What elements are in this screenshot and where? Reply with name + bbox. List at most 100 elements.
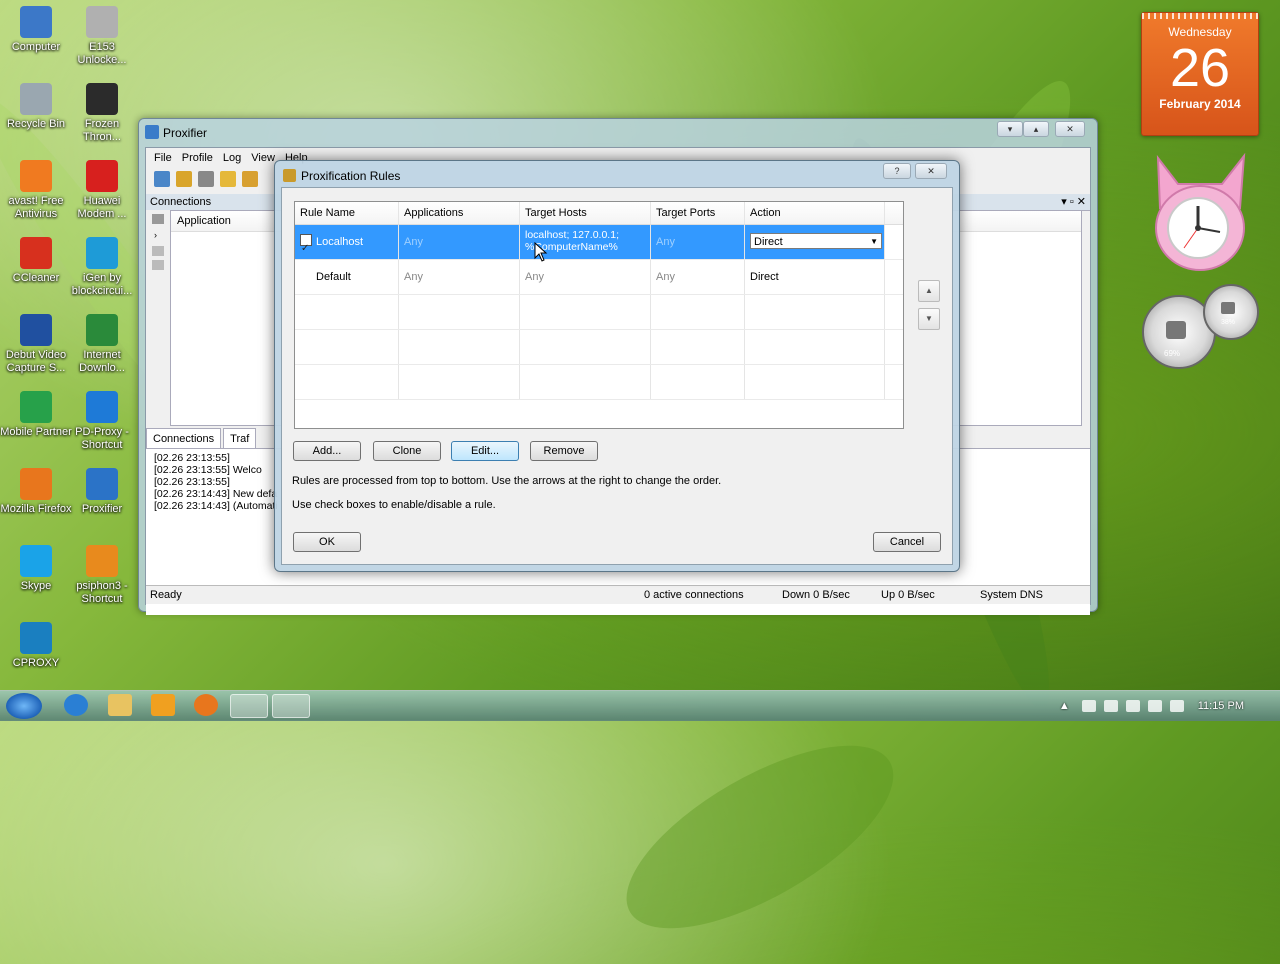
desktop-icon[interactable]: CPROXY bbox=[0, 622, 72, 670]
column-rule-name[interactable]: Rule Name bbox=[295, 202, 399, 224]
app-icon bbox=[20, 391, 52, 423]
maximize-button[interactable]: ▴ bbox=[1023, 121, 1049, 137]
proxifier-taskbar-button[interactable] bbox=[272, 694, 310, 718]
tray-network-icon[interactable] bbox=[1147, 700, 1162, 712]
left-toolbar: › bbox=[146, 210, 170, 424]
status-bar: Ready 0 active connections Down 0 B/sec … bbox=[146, 585, 1090, 604]
desktop-icon[interactable]: Debut Video Capture S... bbox=[0, 314, 72, 375]
column-target-ports[interactable]: Target Ports bbox=[651, 202, 745, 224]
tray-icon-1[interactable] bbox=[1081, 700, 1096, 712]
menu-view[interactable]: View bbox=[251, 152, 275, 164]
desktop-icon[interactable]: Mobile Partner bbox=[0, 391, 72, 439]
calendar-gadget[interactable]: Wednesday 26 February 2014 bbox=[1141, 12, 1259, 136]
debut-taskbar-button[interactable] bbox=[230, 694, 268, 718]
memory-gauge[interactable]: 38% bbox=[1203, 284, 1259, 340]
menu-file[interactable]: File bbox=[154, 152, 172, 164]
ok-button[interactable]: OK bbox=[293, 532, 361, 552]
detach-icon[interactable] bbox=[152, 260, 164, 270]
desktop-icon-label: psiphon3 - Shortcut bbox=[76, 580, 128, 605]
desktop-icon[interactable]: Recycle Bin bbox=[0, 83, 72, 131]
app-icon bbox=[86, 391, 118, 423]
dns-icon[interactable] bbox=[198, 171, 214, 187]
rule-action-cell: Direct bbox=[745, 225, 885, 259]
desktop-icon[interactable]: Computer bbox=[0, 6, 72, 54]
desktop-icon[interactable]: avast! Free Antivirus bbox=[0, 160, 72, 221]
expand-icon[interactable]: › bbox=[154, 230, 162, 240]
window-title: Proxifier bbox=[163, 126, 208, 140]
minimize-button[interactable]: ▾ bbox=[997, 121, 1023, 137]
dialog-close-button[interactable]: ✕ bbox=[915, 163, 947, 179]
remove-button[interactable]: Remove bbox=[530, 441, 598, 461]
desktop-icon[interactable]: Mozilla Firefox bbox=[0, 468, 72, 516]
move-up-button[interactable]: ▲ bbox=[918, 280, 940, 302]
desktop-icon[interactable]: Skype bbox=[0, 545, 72, 593]
desktop-icon[interactable]: Internet Downlo... bbox=[66, 314, 138, 375]
desktop-icon[interactable]: psiphon3 - Shortcut bbox=[66, 545, 138, 606]
media-player-icon[interactable] bbox=[151, 694, 175, 716]
help-button[interactable]: ? bbox=[883, 163, 911, 179]
dialog-body: Rule Name Applications Target Hosts Targ… bbox=[281, 187, 953, 565]
rule-target-ports[interactable]: Any bbox=[651, 260, 745, 294]
clone-button[interactable]: Clone bbox=[373, 441, 441, 461]
desktop-icon[interactable]: iGen by blockcircui... bbox=[66, 237, 138, 298]
rule-action[interactable]: Direct bbox=[745, 260, 885, 294]
status-active-connections: 0 active connections bbox=[644, 589, 744, 601]
column-target-hosts[interactable]: Target Hosts bbox=[520, 202, 651, 224]
list-view-icon[interactable] bbox=[152, 214, 164, 224]
close-connection-icon[interactable] bbox=[152, 246, 164, 256]
desktop-icon[interactable]: Proxifier bbox=[66, 468, 138, 516]
checkbox-note: Use check boxes to enable/disable a rule… bbox=[292, 499, 496, 511]
desktop-icon-label: Frozen Thron... bbox=[83, 118, 121, 143]
connection-icon[interactable] bbox=[154, 171, 170, 187]
rule-name: Localhost bbox=[316, 236, 364, 248]
desktop-icon[interactable]: E153 Unlocke... bbox=[66, 6, 138, 67]
start-button[interactable] bbox=[6, 693, 42, 719]
desktop-icon[interactable]: CCleaner bbox=[0, 237, 72, 285]
app-icon bbox=[20, 545, 52, 577]
table-row[interactable]: Localhost Any localhost; 127.0.0.1; %Com… bbox=[295, 225, 903, 260]
cancel-button[interactable]: Cancel bbox=[873, 532, 941, 552]
tray-expand-icon[interactable]: ▲ bbox=[1059, 700, 1070, 712]
tab-traffic[interactable]: Traf bbox=[223, 428, 257, 448]
rule-applications[interactable]: Any bbox=[399, 225, 520, 259]
pane-controls-icon[interactable]: ▾ ▫ ✕ bbox=[1061, 194, 1086, 210]
action-dropdown[interactable]: Direct bbox=[750, 233, 882, 250]
table-row[interactable]: Default Any Any Any Direct bbox=[295, 260, 903, 295]
column-applications[interactable]: Applications bbox=[399, 202, 520, 224]
tray-flag-icon[interactable] bbox=[1103, 700, 1118, 712]
internet-explorer-icon[interactable] bbox=[64, 694, 88, 716]
clock-gadget[interactable] bbox=[1148, 148, 1252, 274]
status-dns: System DNS bbox=[980, 589, 1043, 601]
app-icon bbox=[20, 237, 52, 269]
desktop-icon[interactable]: PD-Proxy - Shortcut bbox=[66, 391, 138, 452]
firefox-icon[interactable] bbox=[194, 694, 218, 716]
desktop-icon-label: Proxifier bbox=[81, 503, 123, 515]
desktop-icon-label: Recycle Bin bbox=[6, 118, 66, 130]
rule-target-ports[interactable]: Any bbox=[651, 225, 745, 259]
open-icon[interactable] bbox=[242, 171, 258, 187]
desktop-icon-label: Computer bbox=[11, 41, 61, 53]
add-button[interactable]: Add... bbox=[293, 441, 361, 461]
rule-applications[interactable]: Any bbox=[399, 260, 520, 294]
tray-icon-3[interactable] bbox=[1125, 700, 1140, 712]
tray-volume-icon[interactable] bbox=[1169, 700, 1184, 712]
column-action[interactable]: Action bbox=[745, 202, 885, 224]
desktop-icon[interactable]: Frozen Thron... bbox=[66, 83, 138, 144]
explorer-icon[interactable] bbox=[108, 694, 132, 716]
desktop-icon-label: iGen by blockcircui... bbox=[71, 272, 133, 297]
desktop-icon[interactable]: Huawei Modem ... bbox=[66, 160, 138, 221]
desktop-icon-label: Skype bbox=[20, 580, 52, 592]
menu-log[interactable]: Log bbox=[223, 152, 241, 164]
move-down-button[interactable]: ▼ bbox=[918, 308, 940, 330]
profile-icon[interactable] bbox=[220, 171, 236, 187]
rule-target-hosts[interactable]: Any bbox=[520, 260, 651, 294]
menu-profile[interactable]: Profile bbox=[182, 152, 213, 164]
app-icon bbox=[20, 6, 52, 38]
rule-enabled-checkbox[interactable] bbox=[300, 232, 312, 259]
tray-clock[interactable]: 11:15 PM bbox=[1198, 700, 1244, 712]
close-button[interactable]: ✕ bbox=[1055, 121, 1085, 137]
rules-icon[interactable] bbox=[176, 171, 192, 187]
tab-connections[interactable]: Connections bbox=[146, 428, 222, 448]
rule-name-cell: Localhost bbox=[295, 225, 399, 259]
edit-button[interactable]: Edit... bbox=[451, 441, 519, 461]
